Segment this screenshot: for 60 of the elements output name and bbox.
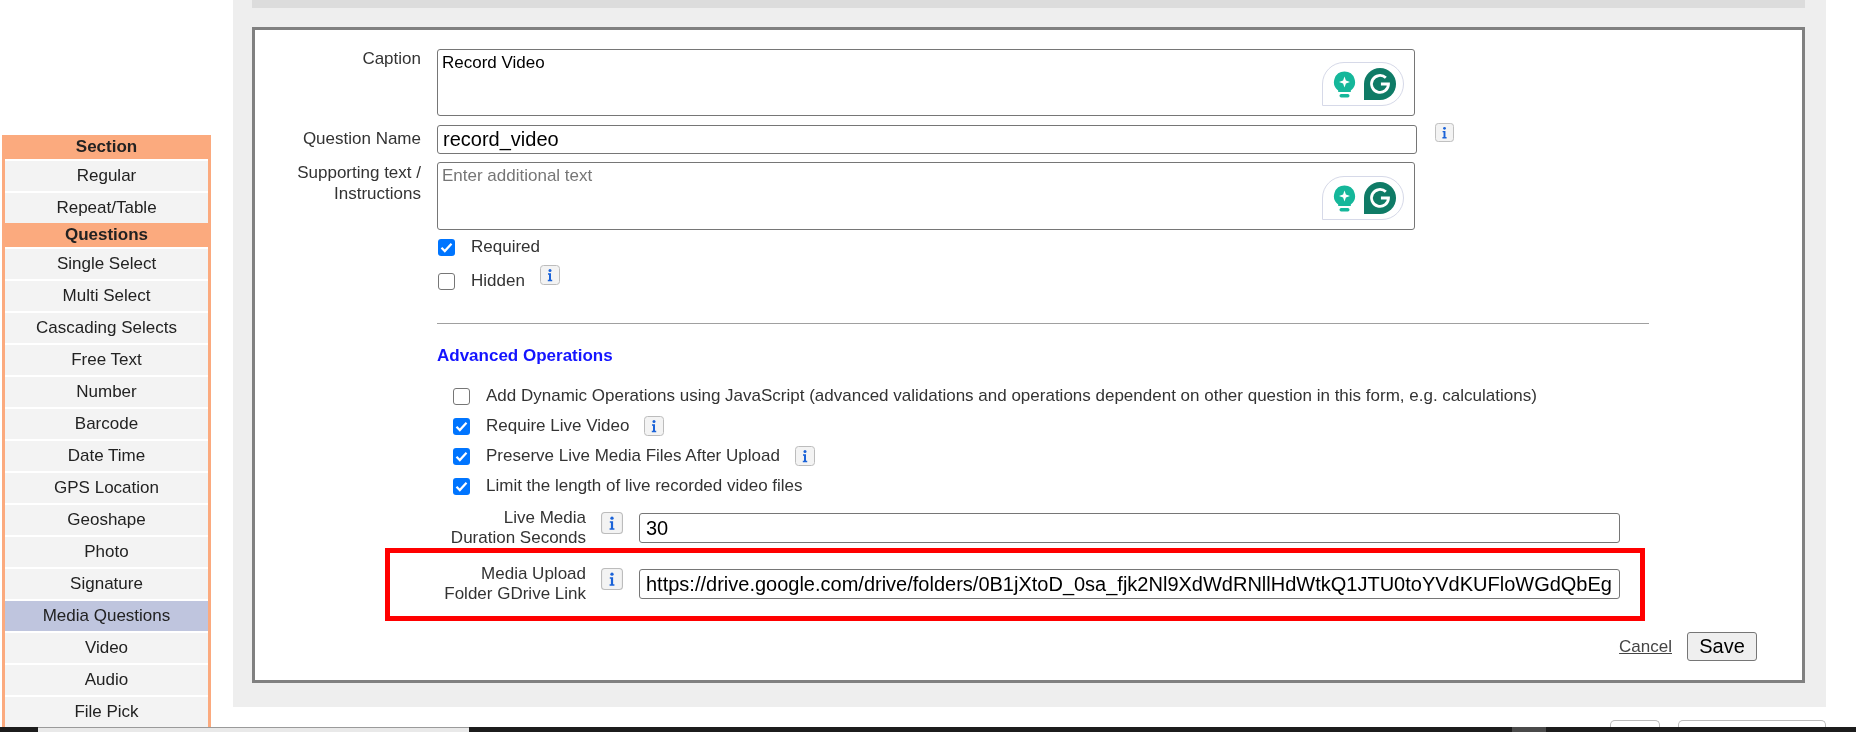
sidebar-item[interactable]: Free Text: [5, 343, 208, 375]
checkmark-icon: [455, 479, 468, 493]
checkmark-icon: [455, 419, 468, 433]
checkbox-label: Hidden: [471, 271, 525, 291]
checkbox-label: Preserve Live Media Files After Upload: [486, 446, 780, 466]
checkbox[interactable]: [438, 272, 455, 290]
sidebar-item[interactable]: Video: [5, 631, 208, 663]
field-label: Supporting text / Instructions: [296, 162, 421, 204]
checkbox-label: Add Dynamic Operations using JavaScript (advanced validations and operations dependent on other question in this form, e.g. calculations): [486, 386, 1537, 406]
checkmark-icon: [455, 449, 468, 463]
checkbox-label: Require Live Video: [486, 416, 630, 436]
field-label: Media Upload Folder GDrive Link: [443, 564, 586, 604]
g-logo-icon: [1364, 68, 1396, 100]
section-header: Questions: [63, 224, 150, 247]
checkbox[interactable]: [453, 477, 470, 495]
field-label: Live Media Duration Seconds: [449, 508, 586, 548]
field-label: Question Name: [301, 128, 421, 149]
info-icon[interactable]: [601, 512, 623, 534]
sidebar-item[interactable]: Multi Select: [5, 279, 208, 311]
checkbox-label: Required: [471, 237, 540, 257]
floating-widget[interactable]: [1322, 62, 1404, 106]
sidebar-item[interactable]: Repeat/Table: [5, 191, 208, 223]
sidebar-item[interactable]: Audio: [5, 663, 208, 695]
lightbulb-icon: [1333, 70, 1356, 98]
save-button[interactable]: Save: [1687, 632, 1757, 661]
sidebar-item[interactable]: Regular: [5, 159, 208, 191]
question-name-input[interactable]: record_video: [437, 125, 1417, 154]
sidebar-item[interactable]: Media Questions: [5, 599, 208, 631]
field-label: Caption: [361, 49, 421, 69]
caption-textarea[interactable]: Record Video: [437, 49, 1415, 116]
checkbox[interactable]: [438, 238, 455, 256]
cancel-link[interactable]: Cancel: [1619, 636, 1672, 657]
instructions-textarea[interactable]: Enter additional text: [437, 162, 1415, 230]
checkmark-icon: [440, 240, 453, 254]
g-logo-icon: [1364, 182, 1396, 214]
sidebar-item[interactable]: Signature: [5, 567, 208, 599]
checkbox-label: Limit the length of live recorded video files: [486, 476, 803, 496]
info-icon[interactable]: [794, 446, 815, 466]
sidebar-item[interactable]: Photo: [5, 535, 208, 567]
floating-widget[interactable]: [1322, 176, 1404, 220]
sidebar-item[interactable]: GPS Location: [5, 471, 208, 503]
sidebar-item[interactable]: Date Time: [5, 439, 208, 471]
info-icon[interactable]: [601, 568, 623, 590]
sidebar-item[interactable]: Number: [5, 375, 208, 407]
sidebar-item[interactable]: Cascading Selects: [5, 311, 208, 343]
checkbox[interactable]: [453, 447, 470, 465]
info-icon[interactable]: [539, 265, 560, 285]
sidebar-item[interactable]: Single Select: [5, 247, 208, 279]
checkbox[interactable]: [453, 387, 470, 405]
text-input[interactable]: https://drive.google.com/drive/folders/0B1jXtoD_0sa_fjk2Nl9XdWdRNllHdWtkQ1JTU0toYVdKUFloWGdQbEg: [639, 569, 1620, 599]
sidebar-item[interactable]: File Pick: [5, 695, 208, 727]
info-icon[interactable]: [1435, 123, 1454, 142]
sidebar-item[interactable]: Geoshape: [5, 503, 208, 535]
info-icon[interactable]: [644, 416, 665, 436]
lightbulb-icon: [1333, 184, 1356, 212]
checkbox[interactable]: [453, 417, 470, 435]
sidebar-item[interactable]: Barcode: [5, 407, 208, 439]
text-input[interactable]: 30: [639, 513, 1620, 543]
section-heading: Advanced Operations: [437, 346, 613, 366]
section-header: Section: [74, 136, 139, 159]
